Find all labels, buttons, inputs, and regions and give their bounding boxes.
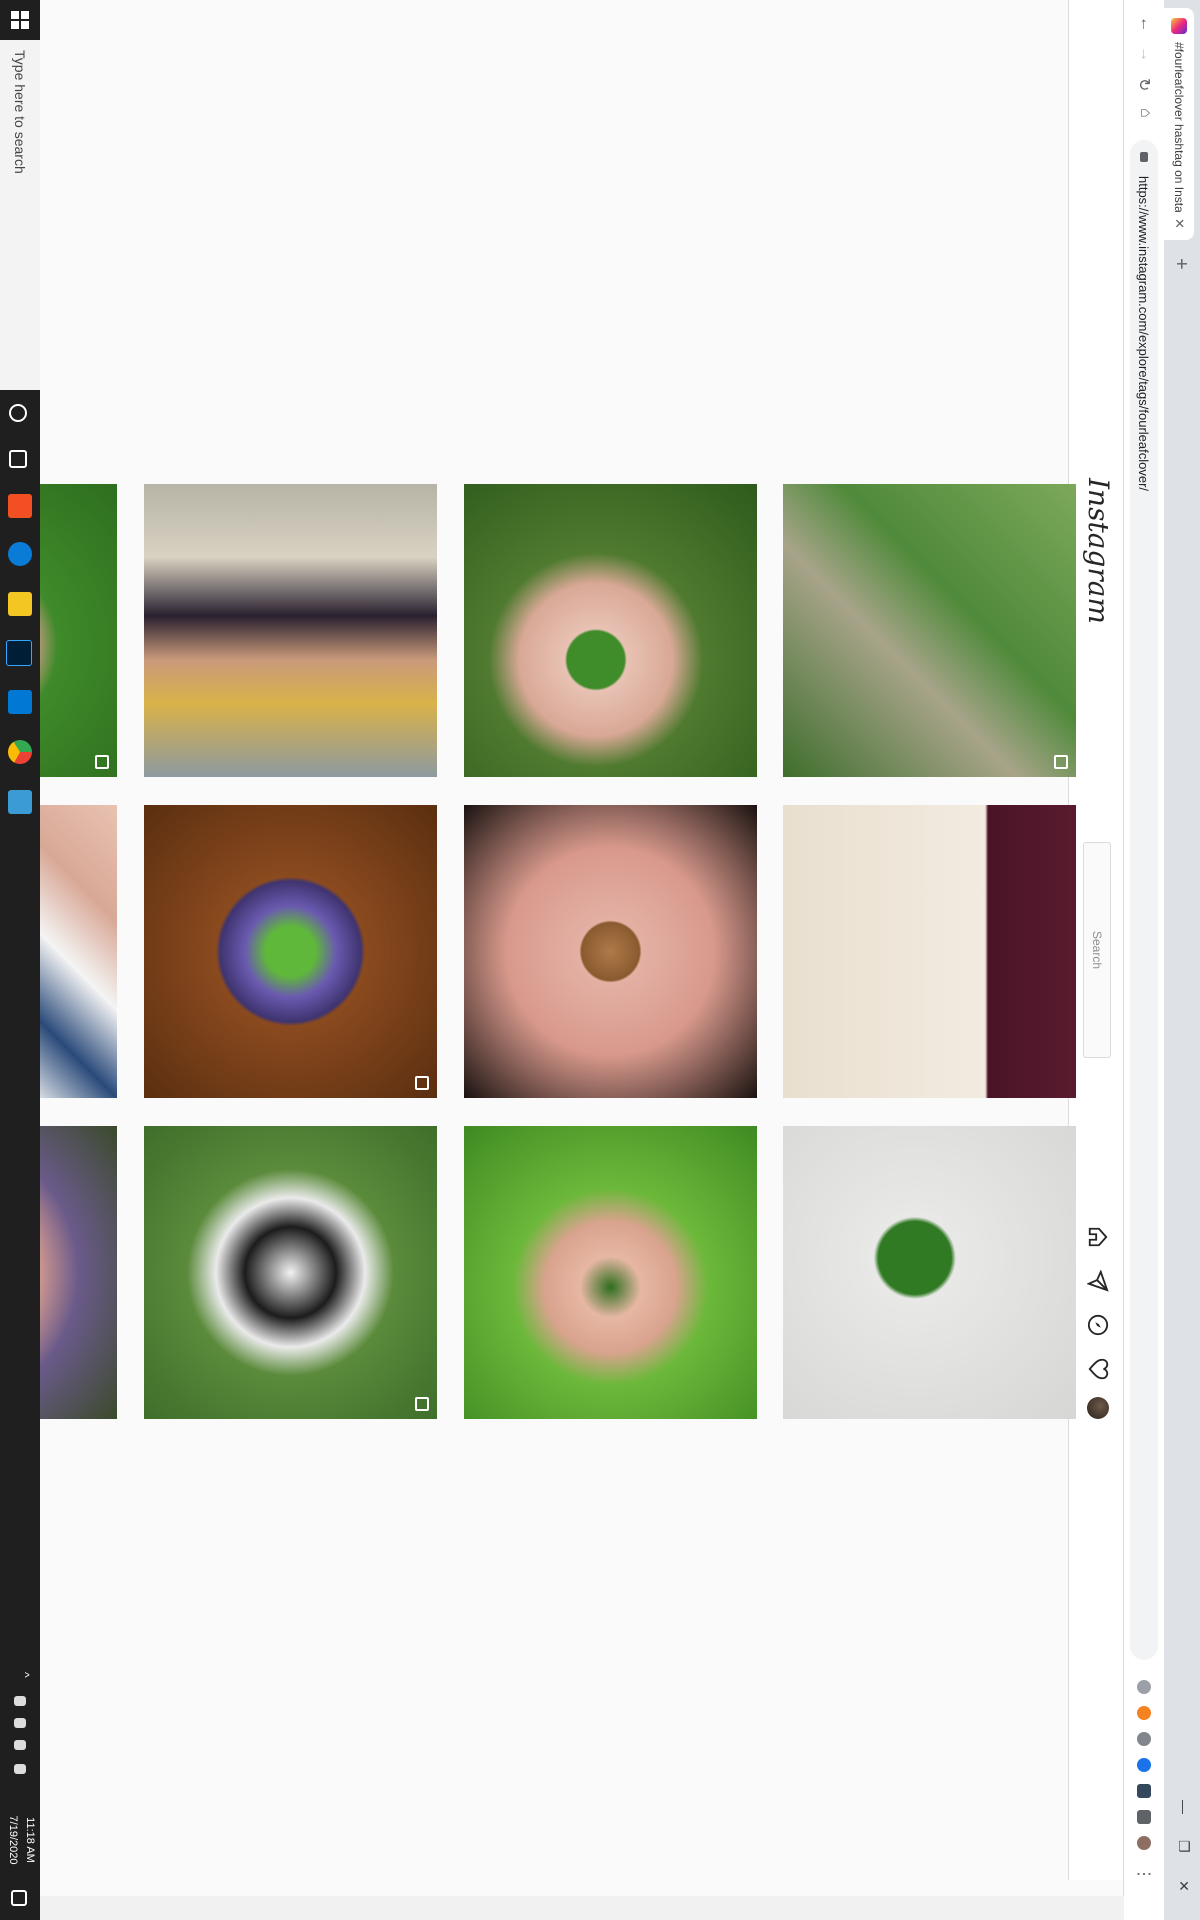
clock-time: 11:18 AM xyxy=(24,1817,36,1863)
grid-thumbnail[interactable] xyxy=(783,484,1076,777)
notification-icon[interactable] xyxy=(11,1890,27,1906)
windows-taskbar: Type here to search ^ 11:18 AM 7/19/2020 xyxy=(0,0,40,1920)
back-arrow-icon[interactable]: ← xyxy=(1136,16,1154,32)
tab-title: #fourleafclover hashtag on Insta xyxy=(1172,42,1186,212)
chrome-icon[interactable] xyxy=(8,740,32,764)
forward-arrow-icon[interactable]: → xyxy=(1136,46,1154,62)
explore-icon[interactable] xyxy=(1087,1314,1109,1336)
tab-strip: #fourleafclover hashtag on Insta ✕ + — ❐… xyxy=(1164,0,1200,1920)
screen: #fourleafclover hashtag on Insta ✕ + — ❐… xyxy=(0,0,1200,1920)
extension-icon[interactable] xyxy=(1137,1758,1151,1772)
grid-thumbnail[interactable] xyxy=(464,805,757,1098)
instagram-logo[interactable]: Instagram xyxy=(1082,478,1115,624)
address-url: https://www.instagram.com/explore/tags/f… xyxy=(1136,176,1152,492)
grid-thumbnail[interactable] xyxy=(783,805,1076,1098)
grid-thumbnail[interactable] xyxy=(144,1126,437,1419)
heart-icon[interactable] xyxy=(1087,1358,1109,1380)
extension-icon[interactable] xyxy=(1137,1732,1151,1746)
menu-dots-icon[interactable]: ⋮ xyxy=(1134,1866,1154,1882)
profile-avatar-icon[interactable] xyxy=(1137,1836,1151,1850)
taskbar-search-input[interactable]: Type here to search xyxy=(0,40,40,390)
windows-start-icon[interactable] xyxy=(10,10,30,30)
address-bar[interactable]: https://www.instagram.com/explore/tags/f… xyxy=(1130,140,1158,1660)
outlook-icon[interactable] xyxy=(8,690,32,714)
multiple-photos-icon xyxy=(95,755,109,769)
new-tab-button[interactable]: + xyxy=(1169,258,1192,270)
instagram-favicon-icon xyxy=(1171,18,1187,34)
settings-app-icon[interactable] xyxy=(8,790,32,814)
browser-toolbar: ← → ↻ ⌂ https://www.instagram.com/explor… xyxy=(1123,0,1164,1920)
battery-icon[interactable] xyxy=(14,1718,26,1728)
browser-tab[interactable]: #fourleafclover hashtag on Insta ✕ xyxy=(1164,8,1194,240)
extension-icon[interactable] xyxy=(1137,1784,1151,1798)
taskbar-search-placeholder: Type here to search xyxy=(12,50,28,174)
extension-icon[interactable] xyxy=(1137,1680,1151,1694)
dropbox-icon[interactable] xyxy=(14,1740,26,1750)
cortana-icon[interactable] xyxy=(9,404,27,422)
edge-icon[interactable] xyxy=(8,542,32,566)
instagram-header: Instagram Search xyxy=(1068,0,1123,1880)
pen-icon[interactable] xyxy=(14,1764,26,1774)
multiple-photos-icon xyxy=(415,1076,429,1090)
task-view-icon[interactable] xyxy=(9,450,27,468)
multiple-photos-icon xyxy=(1054,755,1068,769)
search-input[interactable]: Search xyxy=(1083,842,1111,1058)
direct-icon[interactable] xyxy=(1087,1270,1109,1292)
lock-icon xyxy=(1140,152,1148,162)
search-placeholder: Search xyxy=(1090,930,1104,970)
tab-close-icon[interactable]: ✕ xyxy=(1171,218,1187,229)
reload-icon[interactable]: ↻ xyxy=(1134,78,1154,91)
scrollbar[interactable] xyxy=(40,1896,1124,1920)
clock-date: 7/19/2020 xyxy=(7,1815,19,1865)
maximize-button[interactable]: ❐ xyxy=(1175,1840,1192,1853)
puzzle-icon[interactable] xyxy=(1137,1810,1151,1824)
taskbar-clock[interactable]: 11:18 AM 7/19/2020 xyxy=(4,1800,38,1880)
grid-thumbnail[interactable] xyxy=(144,805,437,1098)
file-explorer-icon[interactable] xyxy=(8,592,32,616)
grid-thumbnail[interactable] xyxy=(464,1126,757,1419)
chevron-up-icon[interactable]: ^ xyxy=(8,1672,32,1696)
home-icon[interactable] xyxy=(1087,1226,1109,1248)
window-close-button[interactable]: ✕ xyxy=(1175,1880,1192,1892)
grid-thumbnail[interactable] xyxy=(783,1126,1076,1419)
extension-icon[interactable] xyxy=(1137,1706,1151,1720)
minimize-button[interactable]: — xyxy=(1176,1800,1192,1814)
grid-thumbnail[interactable] xyxy=(464,484,757,777)
multiple-photos-icon xyxy=(415,1397,429,1411)
photoshop-icon[interactable] xyxy=(6,640,32,666)
grid-thumbnail[interactable] xyxy=(144,484,437,777)
store-icon[interactable] xyxy=(8,494,32,518)
home-icon[interactable]: ⌂ xyxy=(1136,108,1154,118)
speaker-icon[interactable] xyxy=(14,1696,26,1706)
avatar[interactable] xyxy=(1087,1397,1109,1419)
